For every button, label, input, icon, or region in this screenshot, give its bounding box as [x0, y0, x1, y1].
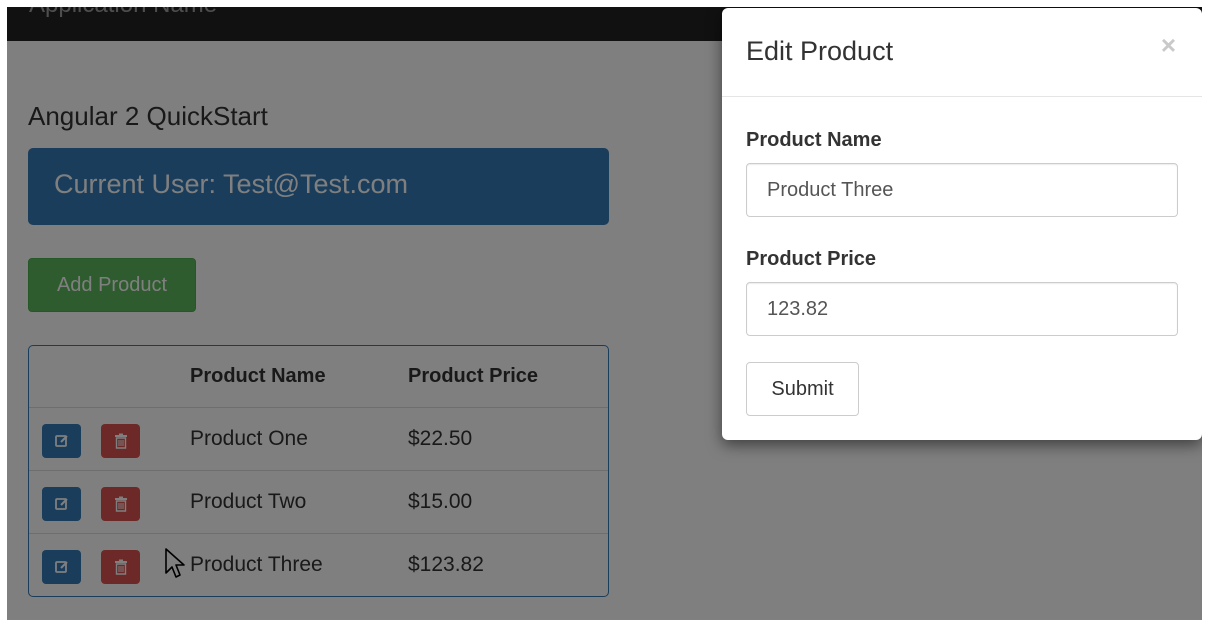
edit-product-modal: Edit Product × Product Name Product Pric…	[722, 8, 1202, 440]
submit-button[interactable]: Submit	[746, 362, 859, 416]
product-price-input[interactable]	[746, 282, 1178, 336]
product-price-label: Product Price	[746, 248, 877, 270]
product-name-input[interactable]	[746, 163, 1178, 217]
modal-title: Edit Product	[746, 36, 894, 66]
product-name-label: Product Name	[746, 129, 882, 151]
close-icon[interactable]: ×	[1161, 32, 1176, 58]
app-window: Application Name Angular 2 QuickStart Cu…	[7, 7, 1202, 620]
modal-header: Edit Product ×	[722, 8, 1202, 97]
